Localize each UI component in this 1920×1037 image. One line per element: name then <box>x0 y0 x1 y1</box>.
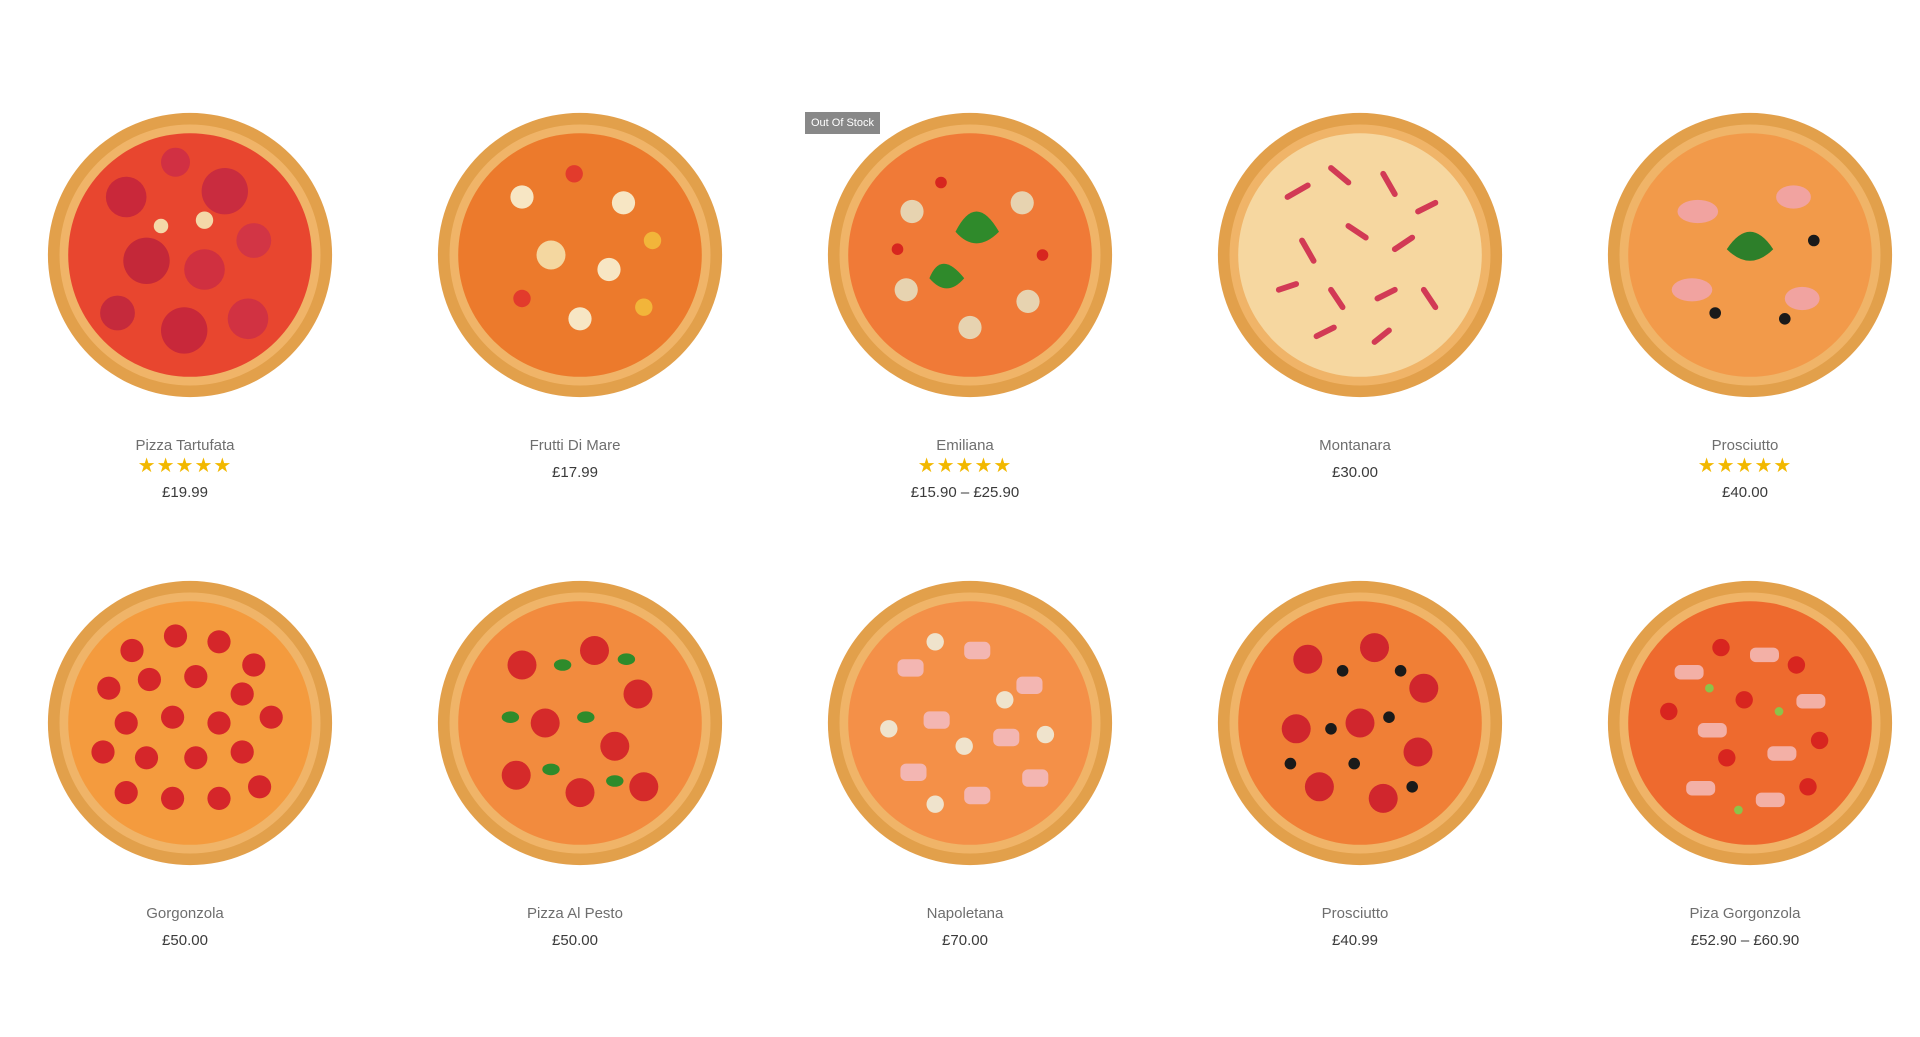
product-card: Prosciutto £40.99 <box>1185 578 1525 1018</box>
pizza-image <box>1217 112 1503 398</box>
product-price: £50.00 <box>162 932 208 949</box>
product-title[interactable]: Napoletana <box>795 905 1135 922</box>
product-price: £52.90 – £60.90 <box>1690 932 1800 949</box>
product-grid: Pizza Tartufata ★★★★★ £19.99 Frutti Di M… <box>0 0 1920 1037</box>
out-of-stock-badge: Out Of Stock <box>805 112 880 134</box>
product-title[interactable]: Frutti Di Mare <box>405 437 745 454</box>
star-rating: ★★★★★ <box>1697 455 1793 477</box>
pizza-image <box>1607 112 1893 398</box>
pizza-image <box>47 580 333 866</box>
pizza-image <box>437 112 723 398</box>
product-card: Montanara £30.00 <box>1185 110 1525 550</box>
product-price: £70.00 <box>942 932 988 949</box>
product-image-pizza-tartufata[interactable] <box>45 110 335 400</box>
pizza-image <box>47 112 333 398</box>
product-card: Piza Gorgonzola £52.90 – £60.90 <box>1575 578 1915 1018</box>
pizza-image <box>437 580 723 866</box>
product-price: £15.90 – £25.90 <box>910 484 1020 501</box>
product-title[interactable]: Prosciutto <box>1185 905 1525 922</box>
star-rating: ★★★★★ <box>917 455 1013 477</box>
product-price: £40.00 <box>1722 484 1768 501</box>
pizza-image <box>1217 580 1503 866</box>
product-price: £17.99 <box>552 464 598 481</box>
product-card: Pizza Tartufata ★★★★★ £19.99 <box>15 110 355 550</box>
product-title[interactable]: Pizza Tartufata <box>15 437 355 454</box>
product-image-piza-gorgonzola[interactable] <box>1605 578 1895 868</box>
product-card: Pizza Al Pesto £50.00 <box>405 578 745 1018</box>
product-price: £50.00 <box>552 932 598 949</box>
product-price: £30.00 <box>1332 464 1378 481</box>
product-title[interactable]: Emiliana <box>795 437 1135 454</box>
pizza-image <box>827 580 1113 866</box>
product-image-montanara[interactable] <box>1215 110 1505 400</box>
product-title[interactable]: Gorgonzola <box>15 905 355 922</box>
product-image-emiliana[interactable] <box>825 110 1115 400</box>
product-title[interactable]: Montanara <box>1185 437 1525 454</box>
product-image-gorgonzola[interactable] <box>45 578 335 868</box>
product-card: Frutti Di Mare £17.99 <box>405 110 745 550</box>
product-card: Gorgonzola £50.00 <box>15 578 355 1018</box>
product-image-prosciutto[interactable] <box>1605 110 1895 400</box>
star-rating: ★★★★★ <box>137 455 233 477</box>
pizza-image <box>1607 580 1893 866</box>
product-card: Napoletana £70.00 <box>795 578 1135 1018</box>
product-image-frutti-di-mare[interactable] <box>435 110 725 400</box>
product-card: Prosciutto ★★★★★ £40.00 <box>1575 110 1915 550</box>
product-title[interactable]: Prosciutto <box>1575 437 1915 454</box>
product-card: Out Of Stock Emiliana ★★★★★ £15.90 – £25… <box>795 110 1135 550</box>
product-image-prosciutto-2[interactable] <box>1215 578 1505 868</box>
product-title[interactable]: Pizza Al Pesto <box>405 905 745 922</box>
product-title[interactable]: Piza Gorgonzola <box>1575 905 1915 922</box>
pizza-image <box>827 112 1113 398</box>
product-image-napoletana[interactable] <box>825 578 1115 868</box>
product-price: £40.99 <box>1332 932 1378 949</box>
product-image-pizza-al-pesto[interactable] <box>435 578 725 868</box>
product-price: £19.99 <box>162 484 208 501</box>
